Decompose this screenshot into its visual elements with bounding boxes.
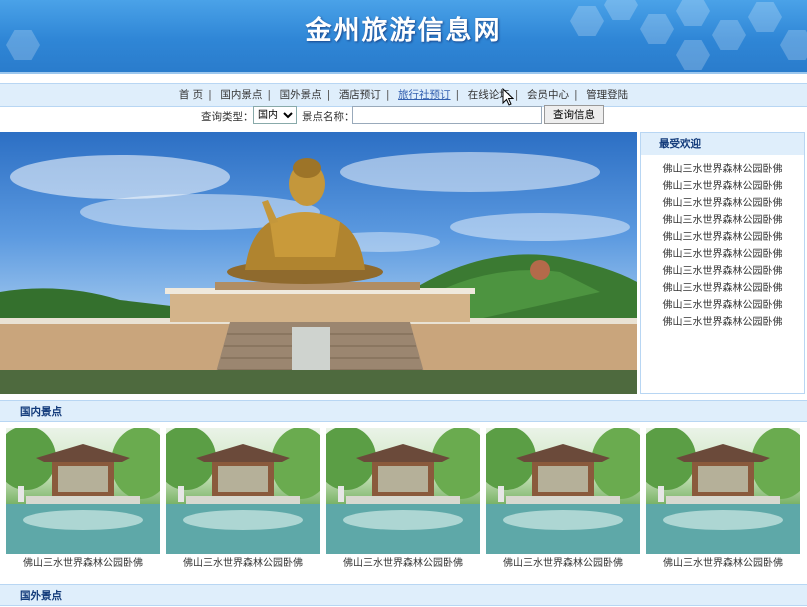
nav-member[interactable]: 会员中心 [524,89,572,101]
pavilion-photo[interactable] [326,428,480,554]
nav-separator: | [385,88,390,101]
hero-image [0,132,637,394]
attraction-card[interactable]: 佛山三水世界森林公园卧佛 [6,428,160,574]
attraction-card[interactable]: 佛山三水世界森林公园卧佛 [326,428,480,574]
popular-item[interactable]: 佛山三水世界森林公园卧佛 [641,229,804,246]
popular-item[interactable]: 佛山三水世界森林公园卧佛 [641,178,804,195]
pavilion-photo[interactable] [486,428,640,554]
attraction-card[interactable]: 佛山三水世界森林公园卧佛 [166,428,320,574]
search-button[interactable]: 查询信息 [544,105,604,124]
popular-item[interactable]: 佛山三水世界森林公园卧佛 [641,263,804,280]
nav-separator: | [267,88,272,101]
attraction-caption[interactable]: 佛山三水世界森林公园卧佛 [6,554,160,574]
search-name-label: 景点名称： [302,111,355,123]
popular-item[interactable]: 佛山三水世界森林公园卧佛 [641,246,804,263]
attraction-caption[interactable]: 佛山三水世界森林公园卧佛 [646,554,800,574]
nav-separator: | [326,88,331,101]
nav-travel-agency[interactable]: 旅行社预订 [395,89,454,101]
popular-title: 最受欢迎 [641,133,804,155]
nav-separator: | [573,88,578,101]
popular-item[interactable]: 佛山三水世界森林公园卧佛 [641,161,804,178]
nav-separator: | [208,88,212,101]
popular-item[interactable]: 佛山三水世界森林公园卧佛 [641,195,804,212]
search-name-input[interactable] [352,106,542,124]
attraction-caption[interactable]: 佛山三水世界森林公园卧佛 [166,554,320,574]
nav-domestic[interactable]: 国内景点 [217,89,265,101]
popular-item[interactable]: 佛山三水世界森林公园卧佛 [641,314,804,331]
pavilion-scene [166,428,320,554]
search-type-select[interactable]: 国内 [253,106,297,124]
nav-hotel[interactable]: 酒店预订 [336,89,384,101]
domestic-thumbnails: 佛山三水世界森林公园卧佛 佛山三水世界森林公园卧佛 佛山三水世界森林公园卧佛 佛… [0,428,807,578]
popular-item[interactable]: 佛山三水世界森林公园卧佛 [641,212,804,229]
search-bar: 查询类型： 国内 景点名称： 查询信息 [0,105,807,127]
attraction-caption[interactable]: 佛山三水世界森林公园卧佛 [326,554,480,574]
nav-admin-login[interactable]: 管理登陆 [583,89,631,101]
nav-separator: | [455,88,460,101]
attraction-card[interactable]: 佛山三水世界森林公园卧佛 [646,428,800,574]
mouse-cursor-icon [502,88,514,106]
buddha-statue-scene [0,152,637,394]
site-title: 金州旅游信息网 [305,16,502,46]
pavilion-photo[interactable] [6,428,160,554]
search-type-label: 查询类型： [201,111,254,123]
popular-item[interactable]: 佛山三水世界森林公园卧佛 [641,297,804,314]
nav-home[interactable]: 首 页 [176,89,206,101]
attraction-card[interactable]: 佛山三水世界森林公园卧佛 [486,428,640,574]
attraction-caption[interactable]: 佛山三水世界森林公园卧佛 [486,554,640,574]
pavilion-photo[interactable] [646,428,800,554]
pavilion-scene [6,428,160,554]
pavilion-photo[interactable] [166,428,320,554]
popular-item[interactable]: 佛山三水世界森林公园卧佛 [641,280,804,297]
domestic-section-title: 国内景点 [0,400,807,422]
main-nav: 首 页 | 国内景点 | 国外景点 | 酒店预订 | 旅行社预订 | 在线论坛 | 会员中心… [0,83,807,107]
popular-list: 佛山三水世界森林公园卧佛 佛山三水世界森林公园卧佛 佛山三水世界森林公园卧佛 佛… [641,161,804,331]
pavilion-scene [486,428,640,554]
popular-panel: 最受欢迎 佛山三水世界森林公园卧佛 佛山三水世界森林公园卧佛 佛山三水世界森林公… [640,132,805,394]
site-banner: 金州旅游信息网 [0,0,807,74]
pavilion-scene [646,428,800,554]
pavilion-scene [326,428,480,554]
nav-foreign[interactable]: 国外景点 [277,89,325,101]
